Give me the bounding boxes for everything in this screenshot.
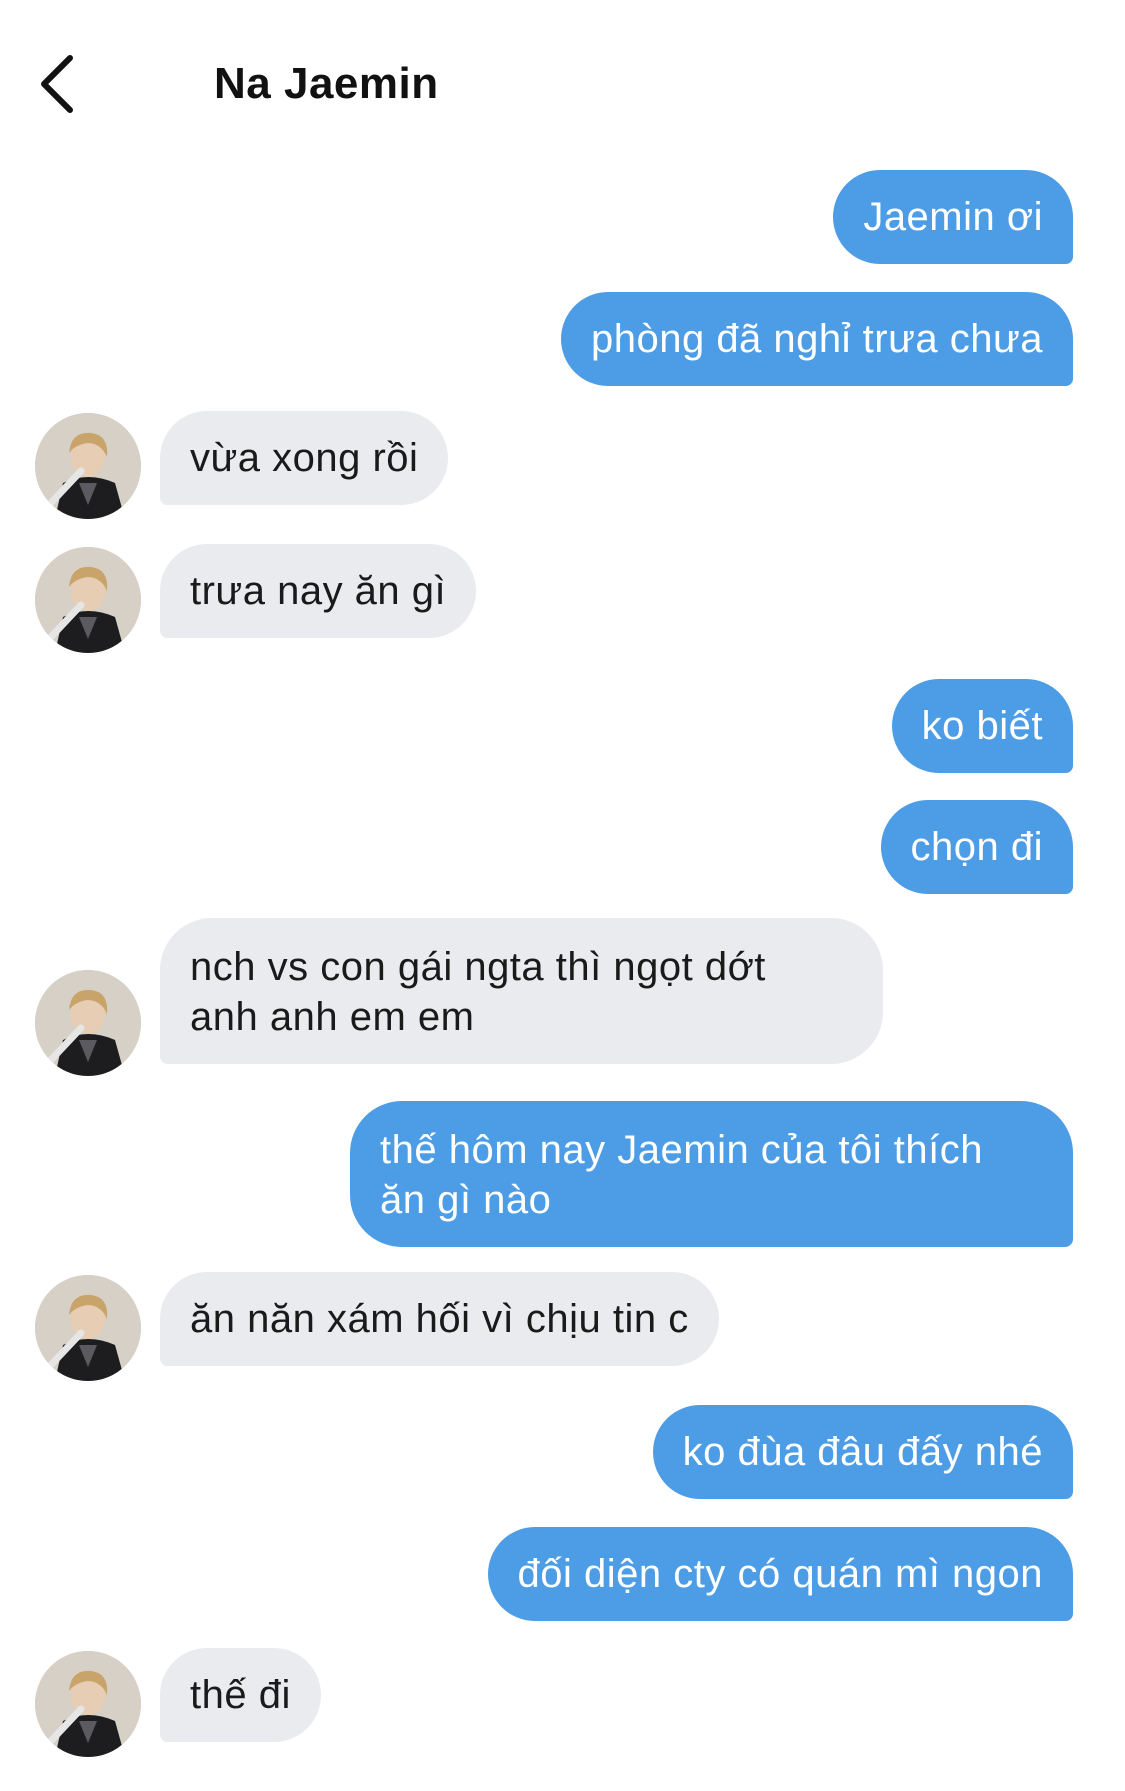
message-bubble-incoming[interactable]: ăn năn xám hối vì chịu tin c xyxy=(160,1272,719,1366)
contact-avatar[interactable] xyxy=(35,1275,141,1381)
message-bubble-incoming[interactable]: thế đi xyxy=(160,1648,321,1742)
message-bubble-outgoing[interactable]: ko đùa đâu đấy nhé xyxy=(652,1405,1073,1499)
message-bubble-outgoing[interactable]: thế hôm nay Jaemin của tôi thích ăn gì n… xyxy=(350,1101,1073,1247)
contact-name-title: Na Jaemin xyxy=(214,59,439,108)
contact-avatar[interactable] xyxy=(35,970,141,1076)
contact-avatar[interactable] xyxy=(35,547,141,653)
message-bubble-outgoing[interactable]: chọn đi xyxy=(880,800,1073,894)
message-bubble-outgoing[interactable]: Jaemin ơi xyxy=(833,170,1073,264)
message-bubble-incoming[interactable]: vừa xong rồi xyxy=(160,411,449,505)
message-bubble-outgoing[interactable]: đối diện cty có quán mì ngon xyxy=(487,1527,1073,1621)
chat-header: Na Jaemin xyxy=(0,0,1125,150)
message-bubble-incoming[interactable]: nch vs con gái ngta thì ngọt dớt anh anh… xyxy=(160,918,883,1064)
message-bubble-outgoing[interactable]: ko biết xyxy=(891,679,1073,773)
chevron-left-icon xyxy=(41,55,73,113)
contact-avatar[interactable] xyxy=(35,413,141,519)
message-bubble-outgoing[interactable]: phòng đã nghỉ trưa chưa xyxy=(560,292,1073,386)
message-bubble-incoming[interactable]: trưa nay ăn gì xyxy=(160,544,477,638)
contact-avatar[interactable] xyxy=(35,1651,141,1757)
back-button[interactable] xyxy=(36,44,96,124)
